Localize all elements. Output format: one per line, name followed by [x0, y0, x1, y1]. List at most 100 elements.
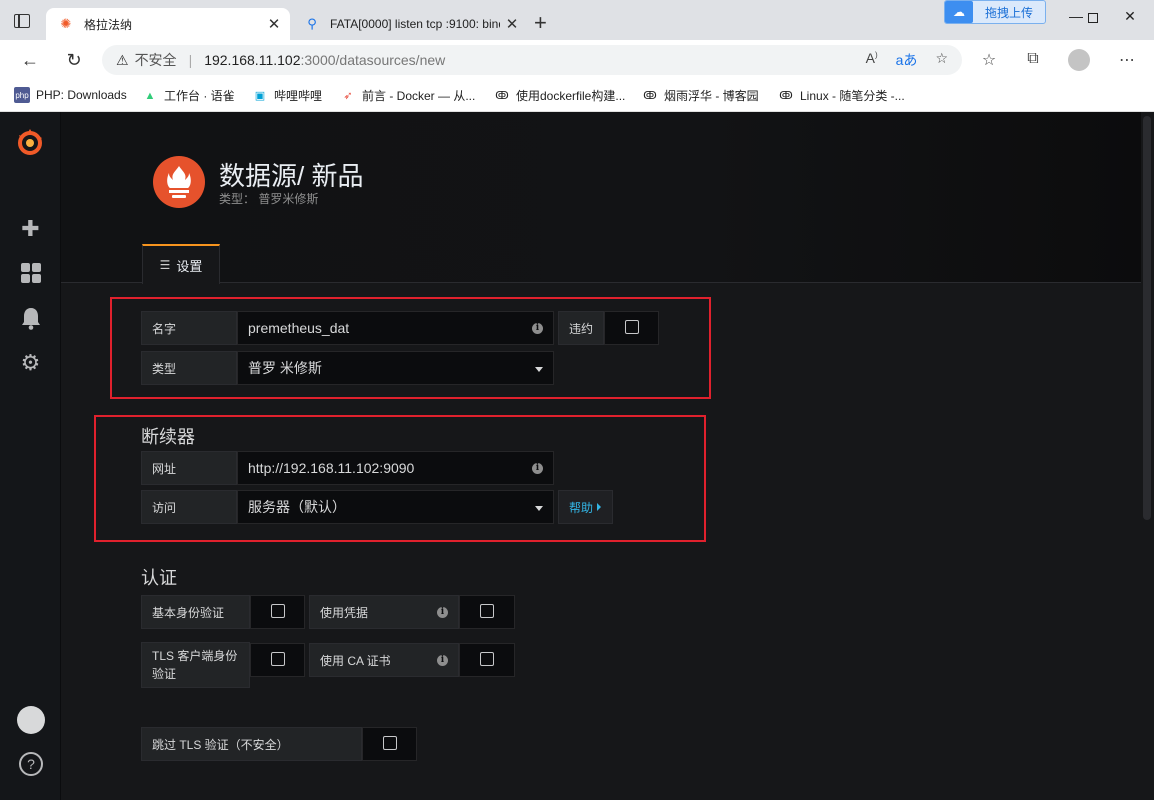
bookmark-label: 使用dockerfile构建...	[516, 89, 626, 103]
type-label: 类型	[141, 351, 237, 385]
bookmark-label: 哔哩哔哩	[274, 89, 323, 103]
with-credentials-checkbox[interactable]	[459, 595, 515, 629]
url-value: http://192.168.11.102:9090	[248, 460, 415, 476]
chevron-down-icon	[535, 367, 543, 372]
skip-tls-checkbox[interactable]	[362, 727, 417, 761]
search-favicon-icon: ⚲	[307, 16, 317, 31]
tab-title: 格拉法纳	[84, 17, 133, 32]
help-button[interactable]: 帮助	[558, 490, 613, 524]
php-icon: php	[14, 87, 30, 103]
collections-icon[interactable]: ⧉	[1022, 50, 1044, 68]
main-content: 数据源/ 新品 类型： 普罗米修斯 ☰ 设置 名字 premetheus_dat…	[61, 112, 1154, 800]
create-plus-icon[interactable]: ✚	[0, 216, 61, 242]
maximize-button[interactable]	[1064, 10, 1104, 26]
read-aloud-icon[interactable]: A)	[866, 50, 878, 70]
bookmark-item[interactable]: ↂ Linux - 随笔分类 -...	[778, 87, 905, 104]
bookmark-item[interactable]: php PHP: Downloads	[14, 87, 127, 103]
address-separator: |	[188, 52, 193, 68]
tab-close-icon[interactable]: ✕	[262, 15, 286, 33]
translate-icon[interactable]: aあ	[896, 50, 918, 70]
with-credentials-text: 使用凭据	[320, 605, 369, 620]
with-credentials-label: 使用凭据 i	[309, 595, 459, 629]
user-avatar[interactable]	[17, 706, 45, 734]
dashboards-icon[interactable]	[0, 262, 61, 290]
grafana-favicon-icon: ✺	[60, 16, 72, 31]
default-checkbox[interactable]	[604, 311, 659, 345]
bookmarks-bar: php PHP: Downloads ▲ 工作台 · 语雀 ▣ 哔哩哔哩 ➶ 前…	[0, 80, 1154, 112]
name-value: premetheus_dat	[248, 320, 350, 336]
insecure-label: 不安全	[134, 52, 177, 68]
page-header: 数据源/ 新品 类型： 普罗米修斯 ☰ 设置	[61, 112, 1141, 284]
favorites-icon[interactable]: ☆	[978, 50, 1000, 70]
close-window-button[interactable]: ✕	[1110, 8, 1150, 25]
bookmark-item[interactable]: ▣ 哔哩哔哩	[252, 87, 322, 104]
browser-titlebar: ✺ 格拉法纳 ✕ ⚲ FATA[0000] listen tcp :9100: …	[0, 0, 1154, 40]
tab-close-icon[interactable]: ✕	[500, 15, 524, 33]
reload-icon[interactable]: ↻	[62, 48, 86, 72]
cloud-icon: ☁	[945, 1, 973, 23]
profile-avatar[interactable]	[1068, 49, 1090, 71]
configuration-gear-icon[interactable]: ⚙	[0, 350, 61, 376]
tab-actions-icon[interactable]	[14, 14, 30, 28]
tab-grafana[interactable]: ✺ 格拉法纳 ✕	[46, 8, 290, 40]
info-icon[interactable]: i	[437, 607, 448, 618]
access-select[interactable]: 服务器（默认）	[237, 490, 554, 524]
baidu-upload-widget[interactable]: ☁ 拖拽上传	[944, 0, 1046, 24]
url-label: 网址	[141, 451, 237, 485]
bookmark-item[interactable]: ➶ 前言 - Docker — 从...	[340, 87, 475, 104]
with-ca-cert-text: 使用 CA 证书	[320, 653, 391, 668]
baidu-upload-label: 拖拽上传	[985, 5, 1034, 20]
tab-search[interactable]: ⚲ FATA[0000] listen tcp :9100: bind ✕	[292, 8, 528, 40]
with-ca-cert-label: 使用 CA 证书 i	[309, 643, 459, 677]
tab-title: FATA[0000] listen tcp :9100: bind	[330, 17, 500, 31]
alerting-bell-icon[interactable]	[0, 306, 61, 336]
bookmark-label: 前言 - Docker — 从...	[362, 89, 476, 103]
info-icon[interactable]: i	[532, 463, 543, 474]
caret-right-icon	[597, 503, 602, 511]
tls-client-auth-checkbox[interactable]	[250, 643, 305, 677]
page-title: 数据源/ 新品	[219, 161, 364, 191]
info-icon[interactable]: i	[437, 655, 448, 666]
url-path: :3000/datasources/new	[300, 52, 446, 68]
bookmark-label: PHP: Downloads	[36, 88, 127, 102]
url-host: 192.168.11.102	[204, 52, 301, 68]
cnblogs-icon: ↂ	[779, 90, 793, 102]
add-favorite-icon[interactable]: ☆	[935, 50, 948, 70]
bookmark-label: Linux - 随笔分类 -...	[800, 89, 905, 103]
help-icon[interactable]: ?	[19, 752, 43, 776]
browser-toolbar: ← ↻ ⚠ 不安全 | 192.168.11.102:3000/datasour…	[0, 40, 1154, 80]
yuque-icon: ▲	[144, 89, 156, 102]
type-select[interactable]: 普罗 米修斯	[237, 351, 554, 385]
help-label: 帮助	[569, 500, 594, 515]
address-bar[interactable]: ⚠ 不安全 | 192.168.11.102:3000/datasources/…	[102, 45, 962, 75]
skip-tls-label: 跳过 TLS 验证（不安全）	[141, 727, 362, 761]
info-icon[interactable]: i	[532, 323, 543, 334]
sliders-icon: ☰	[159, 258, 171, 272]
bookmark-item[interactable]: ▲ 工作台 · 语雀	[142, 87, 235, 104]
http-section-title: 断续器	[141, 427, 195, 447]
tls-client-auth-label: TLS 客户端身份验证	[141, 642, 250, 688]
chevron-down-icon	[535, 506, 543, 511]
tab-settings-label: 设置	[176, 258, 203, 274]
access-label: 访问	[141, 490, 237, 524]
auth-section-title: 认证	[141, 568, 177, 588]
tab-settings[interactable]: ☰ 设置	[142, 244, 220, 284]
basic-auth-checkbox[interactable]	[250, 595, 305, 629]
grafana-sidenav: ✚ ⚙ ?	[0, 112, 61, 800]
more-menu-icon[interactable]: ⋯	[1116, 50, 1138, 70]
name-input[interactable]: premetheus_dat i	[237, 311, 554, 345]
with-ca-cert-checkbox[interactable]	[459, 643, 515, 677]
cnblogs-icon: ↂ	[643, 90, 657, 102]
rocket-icon: ➶	[343, 90, 353, 102]
page-subtitle: 类型： 普罗米修斯	[219, 192, 319, 206]
bookmark-item[interactable]: ↂ 烟雨浮华 - 博客园	[642, 87, 759, 104]
page-scrollbar[interactable]	[1143, 112, 1151, 800]
url-input[interactable]: http://192.168.11.102:9090 i	[237, 451, 554, 485]
bookmark-label: 工作台 · 语雀	[164, 89, 235, 103]
new-tab-button[interactable]: +	[534, 12, 547, 34]
default-label: 违约	[558, 311, 604, 345]
access-value: 服务器（默认）	[248, 499, 346, 515]
bookmark-item[interactable]: ↂ 使用dockerfile构建...	[494, 87, 625, 104]
grafana-logo-icon[interactable]	[14, 126, 46, 158]
back-arrow-icon[interactable]: ←	[18, 48, 42, 72]
